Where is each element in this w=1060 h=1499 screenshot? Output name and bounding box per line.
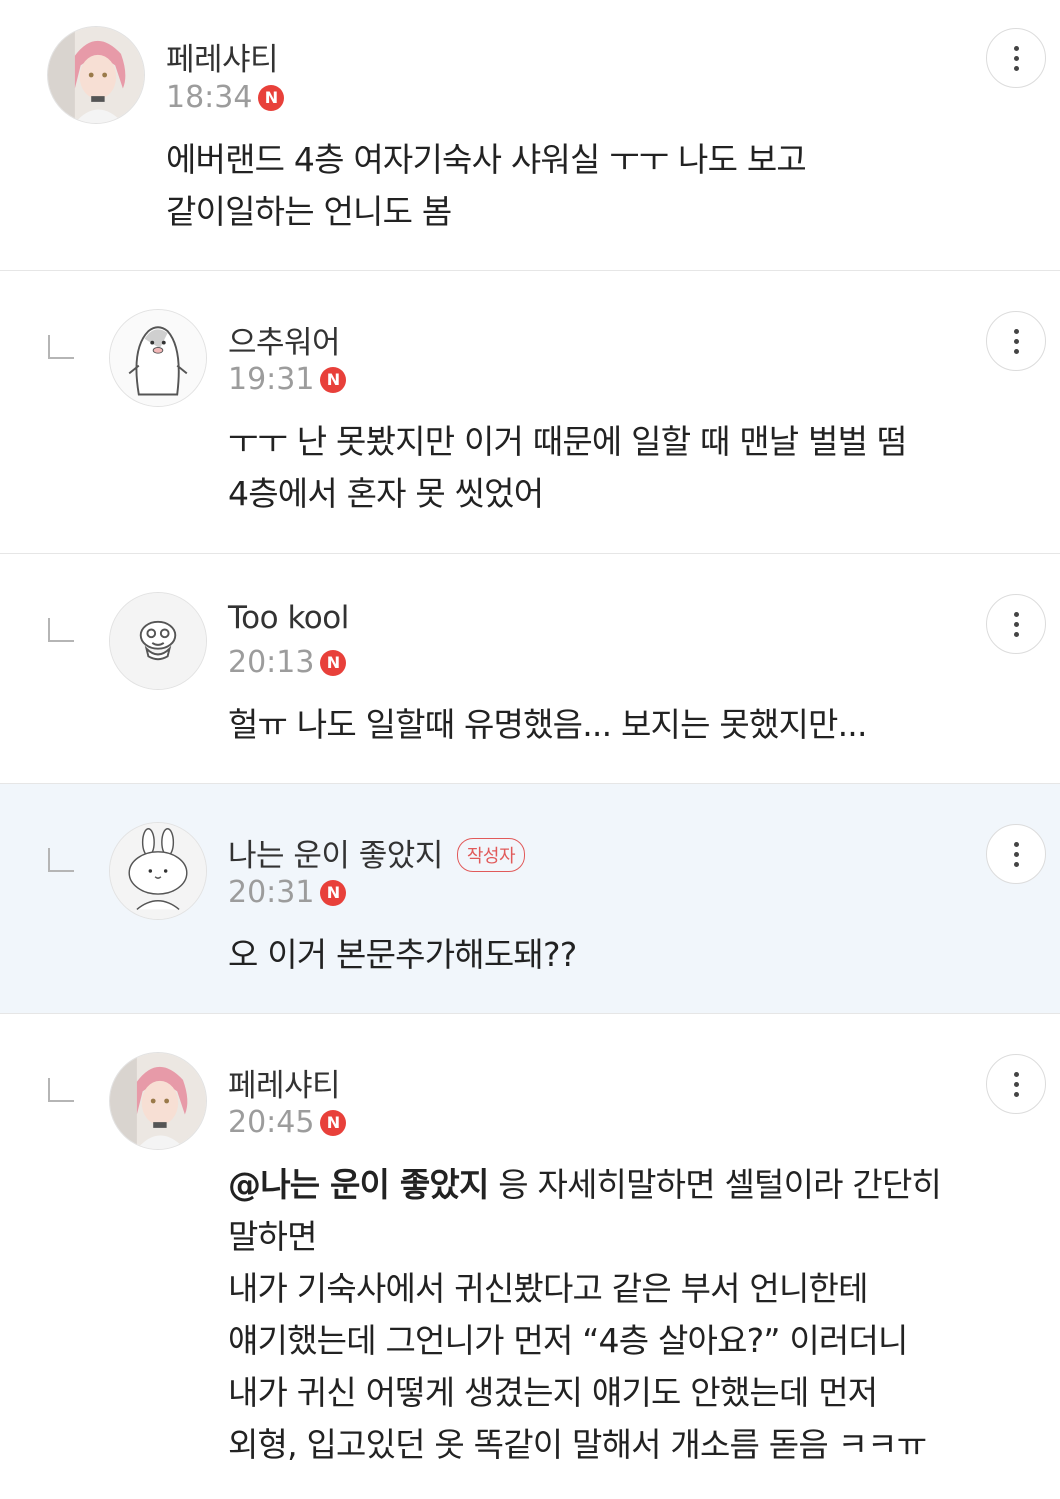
reply-arrow-icon [48, 618, 74, 642]
penguin-icon [110, 310, 206, 406]
avatar[interactable] [109, 592, 207, 690]
comment-nickname: 나는 운이 좋았지 작성자 [228, 830, 526, 875]
more-options-button[interactable] [986, 824, 1046, 884]
more-options-button[interactable] [986, 594, 1046, 654]
author-nickname[interactable]: 나는 운이 좋았지 [228, 838, 443, 874]
comment-text-line: ㅜㅜ 난 못봤지만 이거 때문에 일할 때 맨날 벌벌 떰 [228, 422, 907, 461]
reply-item: 페레샤티 20:45 N @나는 운이 좋았지 응 자세히말하면 셀털이라 간단… [0, 1014, 1060, 1499]
new-badge: N [320, 649, 347, 676]
avatar[interactable] [47, 26, 145, 124]
reply-arrow-icon [48, 335, 74, 359]
comment-nickname[interactable]: 페레샤티 [166, 34, 279, 79]
more-options-button[interactable] [986, 1054, 1046, 1114]
comment-time: 20:31 [228, 875, 315, 910]
comment-nickname[interactable]: 으추워어 [228, 317, 341, 362]
mention-link[interactable]: @나는 운이 좋았지 [228, 1165, 489, 1204]
comment-text: 헐ㅠ 나도 일할때 유명했음... 보지는 못했지만... [228, 699, 867, 751]
reply-item: 으추워어 19:31 N ㅜㅜ 난 못봤지만 이거 때문에 일할 때 맨날 벌벌… [0, 271, 1060, 554]
comment-text-line: 오 이거 본문추가해도돼?? [228, 935, 577, 974]
comment-text: @나는 운이 좋았지 응 자세히말하면 셀털이라 간단히 말하면 내가 기숙사에… [228, 1159, 942, 1471]
avatar[interactable] [109, 822, 207, 920]
comment-nickname[interactable]: 페레샤티 [228, 1060, 341, 1105]
reply-arrow-icon [48, 848, 74, 872]
new-badge: N [320, 366, 347, 393]
new-badge: N [258, 84, 285, 111]
comment-text-line: 내가 기숙사에서 귀신봤다고 같은 부서 언니한테 [228, 1269, 868, 1308]
avatar[interactable] [109, 1052, 207, 1150]
comment-text: ㅜㅜ 난 못봤지만 이거 때문에 일할 때 맨날 벌벌 떰 4층에서 혼자 못 … [228, 416, 907, 520]
comment-text-line: @나는 운이 좋았지 응 자세히말하면 셀털이라 간단히 [228, 1159, 942, 1211]
comment-time: 20:13 [228, 645, 315, 680]
comment-text-line: 얘기했는데 그언니가 먼저 “4층 살아요?” 이러더니 [228, 1321, 908, 1360]
comment-text-fragment: 응 자세히말하면 셀털이라 간단히 [488, 1165, 942, 1204]
more-options-button[interactable] [986, 28, 1046, 88]
avatar[interactable] [109, 309, 207, 407]
more-options-button[interactable] [986, 311, 1046, 371]
comment-meta: 19:31 N [228, 362, 347, 397]
profile-photo-icon [110, 1053, 206, 1149]
comment-meta: 20:13 N [228, 645, 347, 680]
comment-text: 오 이거 본문추가해도돼?? [228, 929, 577, 981]
comment-text-line: 내가 귀신 어떻게 생겼는지 얘기도 안했는데 먼저 [228, 1373, 878, 1412]
comment-text-line: 외형, 입고있던 옷 똑같이 말해서 개소름 돋음 ㅋㅋㅠ [228, 1425, 927, 1464]
comment-text: 에버랜드 4층 여자기숙사 샤워실 ㅜㅜ 나도 보고 같이일하는 언니도 봄 [166, 134, 807, 238]
comment-meta: 18:34 N [166, 80, 285, 115]
author-badge: 작성자 [456, 837, 526, 872]
comment-meta: 20:31 N [228, 875, 347, 910]
comment-time: 20:45 [228, 1105, 315, 1140]
cartoon-character-icon [110, 593, 206, 689]
new-badge: N [320, 1109, 347, 1136]
reply-arrow-icon [48, 1078, 74, 1102]
comment-item: 페레샤티 18:34 N 에버랜드 4층 여자기숙사 샤워실 ㅜㅜ 나도 보고 … [0, 0, 1060, 271]
new-badge: N [320, 879, 347, 906]
comment-text-line: 헐ㅠ 나도 일할때 유명했음... 보지는 못했지만... [228, 705, 867, 744]
comment-text-line: 같이일하는 언니도 봄 [166, 192, 452, 231]
reply-item-author: 나는 운이 좋았지 작성자 20:31 N 오 이거 본문추가해도돼?? [0, 784, 1060, 1014]
comment-text-line: 4층에서 혼자 못 씻었어 [228, 474, 544, 513]
comment-meta: 20:45 N [228, 1105, 347, 1140]
comment-text-line: 에버랜드 4층 여자기숙사 샤워실 ㅜㅜ 나도 보고 [166, 140, 807, 179]
comment-time: 18:34 [166, 80, 253, 115]
reply-item: Too kool 20:13 N 헐ㅠ 나도 일할때 유명했음... 보지는 못… [0, 554, 1060, 784]
profile-photo-icon [48, 27, 144, 123]
comment-time: 19:31 [228, 362, 315, 397]
comment-text-line: 말하면 [228, 1217, 317, 1256]
bunny-icon [110, 823, 206, 919]
comment-nickname[interactable]: Too kool [228, 600, 349, 636]
